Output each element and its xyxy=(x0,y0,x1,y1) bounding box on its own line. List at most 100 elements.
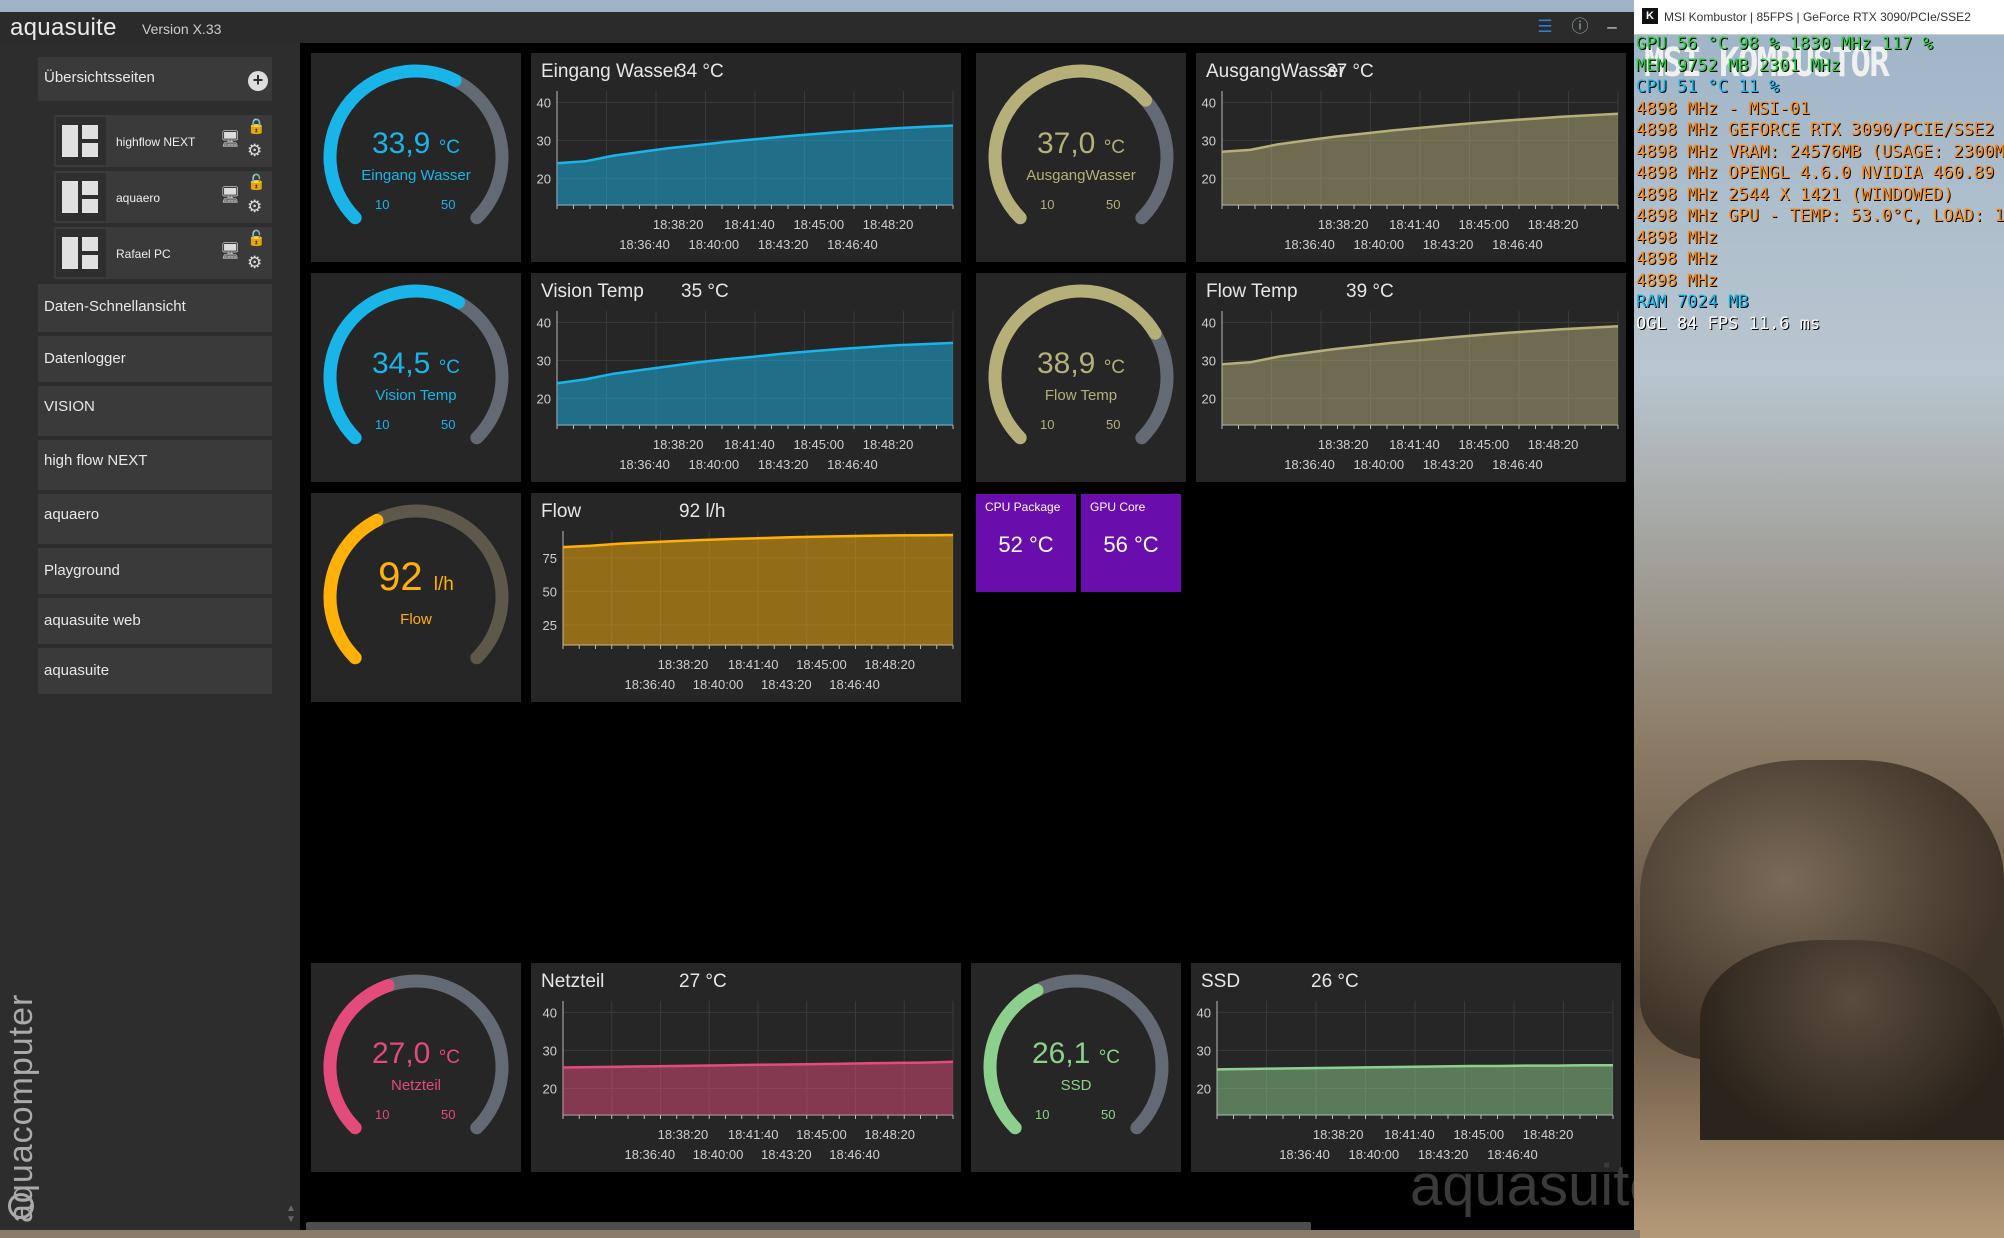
x-tick-label: 18:41:40 xyxy=(728,657,779,672)
sidebar-item-label: VISION xyxy=(44,398,95,415)
osd-line: 4898 MHz xyxy=(1636,270,1718,291)
chart-svg: 25 50 75 18:38:20 18:41:40 18:45:00 18:48:20 18… xyxy=(543,531,954,692)
y-tick-label: 20 xyxy=(543,1081,557,1096)
x-tick-label: 18:41:40 xyxy=(1389,217,1440,232)
y-tick-label: 30 xyxy=(1202,133,1216,148)
y-tick-label: 30 xyxy=(1202,353,1216,368)
app-title: aquasuite xyxy=(10,14,117,41)
sidebar-item-vision[interactable]: VISION xyxy=(38,386,272,436)
y-tick-label: 30 xyxy=(1197,1043,1211,1058)
gauge-min: 10 xyxy=(1040,417,1055,432)
gauge-number: 34,5 xyxy=(371,347,431,380)
osd-line: OGL 84 FPS 11.6 ms xyxy=(1636,313,1821,334)
sidebar-item-daten-schnellansicht[interactable]: Daten-Schnellansicht xyxy=(38,284,272,332)
lock-icon[interactable]: 🔒 xyxy=(247,117,266,135)
x-tick-label: 18:43:20 xyxy=(758,457,809,472)
osd-line: RAM 7024 MB xyxy=(1636,292,1749,312)
gauge-value: 33,9 °C xyxy=(311,127,521,161)
sidebar-item-aquasuite-web[interactable]: aquasuite web xyxy=(38,598,272,644)
cpu-package-tile: CPU Package 52 °C xyxy=(976,494,1076,592)
osd-line: 4898 MHz xyxy=(1636,227,1718,248)
x-tick-label: 18:43:20 xyxy=(1423,237,1474,252)
unlock-icon[interactable]: 🔓 xyxy=(247,173,266,191)
x-tick-label: 18:36:40 xyxy=(619,237,670,252)
sidebar-item-label: aquasuite xyxy=(44,662,110,679)
sidebar-group-overview[interactable]: Übersichtsseiten + xyxy=(38,57,272,101)
gauge-number: 26,1 xyxy=(1031,1037,1091,1070)
page-label: aquaero xyxy=(116,191,161,205)
layers-icon[interactable]: ☰ xyxy=(1534,16,1556,38)
gauge-min: 10 xyxy=(375,1107,390,1122)
scroll-arrows-icon[interactable]: ▲ ▼ xyxy=(286,1203,296,1230)
y-tick-label: 30 xyxy=(537,133,551,148)
x-tick-label: 18:46:40 xyxy=(829,1147,880,1162)
x-tick-label: 18:38:20 xyxy=(1318,217,1369,232)
gear-icon[interactable]: ⚙ xyxy=(247,197,262,217)
x-tick-label: 18:40:00 xyxy=(689,457,740,472)
gauge-panel: 38,9 °C Flow Temp 10 50 xyxy=(976,273,1186,482)
monitor-icon[interactable]: 🖥 xyxy=(220,185,240,205)
y-tick-label: 20 xyxy=(537,171,551,186)
osd-line: 4898 MHz xyxy=(1636,249,1718,269)
gauge-max: 50 xyxy=(1101,1107,1116,1122)
sidebar-item-aquaero[interactable]: aquaero xyxy=(38,494,272,544)
x-tick-label: 18:46:40 xyxy=(827,237,878,252)
sidebar-page-highflow-next[interactable]: highflow NEXT 🖥 🔒 ⚙ xyxy=(54,115,272,167)
gpu-core-tile: GPU Core 56 °C xyxy=(1081,494,1181,592)
minimize-icon[interactable]: – xyxy=(1601,16,1623,38)
x-tick-label: 18:41:40 xyxy=(728,1127,779,1142)
x-tick-label: 18:45:00 xyxy=(793,217,844,232)
sidebar-page-rafael-pc[interactable]: Rafael PC 🖥 🔓 ⚙ xyxy=(54,227,272,279)
add-page-icon[interactable]: + xyxy=(248,71,268,91)
gauge-number: 38,9 xyxy=(1036,347,1096,380)
tile-value: 52 °C xyxy=(998,532,1054,557)
gear-icon[interactable]: ⚙ xyxy=(247,253,262,273)
x-tick-label: 18:40:00 xyxy=(1354,457,1405,472)
sidebar-item-label: Daten-Schnellansicht xyxy=(44,298,186,315)
gauge-label: SSD xyxy=(1060,1077,1092,1094)
x-tick-label: 18:36:40 xyxy=(1279,1147,1330,1162)
osd-line: 4898 MHz VRAM: 24576MB (USAGE: 2300MB) xyxy=(1636,141,2004,162)
gauge-number: 37,0 xyxy=(1036,127,1096,160)
gear-icon[interactable]: ⚙ xyxy=(247,141,262,161)
x-tick-label: 18:36:40 xyxy=(1284,237,1335,252)
x-tick-label: 18:40:00 xyxy=(1354,237,1405,252)
unlock-icon[interactable]: 🔓 xyxy=(247,229,266,247)
x-tick-label: 18:45:00 xyxy=(1458,217,1509,232)
sidebar-item-playground[interactable]: Playground xyxy=(38,548,272,594)
gauge-panel: 33,9 °C Eingang Wasser 10 50 xyxy=(311,53,521,262)
gauge-max: 50 xyxy=(441,1107,456,1122)
tile-label: CPU Package xyxy=(985,500,1061,514)
sidebar-page-aquaero[interactable]: aquaero 🖥 🔓 ⚙ xyxy=(54,171,272,223)
chart-panel: SSD 26 °C 20 30 40 18:38:20 18:41:40 18:45:00 18… xyxy=(1191,963,1621,1172)
monitor-icon[interactable]: 🖥 xyxy=(220,129,240,149)
horizontal-scrollbar[interactable] xyxy=(306,1222,1311,1230)
sidebar-item-datenlogger[interactable]: Datenlogger xyxy=(38,336,272,382)
x-tick-label: 18:48:20 xyxy=(1523,1127,1574,1142)
tile-label: GPU Core xyxy=(1090,500,1146,514)
sidebar-item-high-flow-next[interactable]: high flow NEXT xyxy=(38,440,272,490)
gauge-label: Flow xyxy=(400,611,432,628)
osd-line: 4898 MHz GPU - TEMP: 53.0°C, LOAD: 12.8% xyxy=(1636,206,2004,226)
y-tick-label: 40 xyxy=(1202,315,1216,330)
gauge-label: Flow Temp xyxy=(1044,387,1118,404)
x-tick-label: 18:38:20 xyxy=(653,437,704,452)
app-version: Version X.33 xyxy=(142,21,222,37)
gauge-value: 34,5 °C xyxy=(311,347,521,381)
gauge-value: 37,0 °C xyxy=(976,127,1186,161)
monitor-icon[interactable]: 🖥 xyxy=(220,241,240,261)
series-area xyxy=(1217,1065,1613,1115)
gauge-label: Vision Temp xyxy=(375,387,457,404)
x-tick-label: 18:40:00 xyxy=(693,677,744,692)
chart-svg: 20 30 40 18:38:20 18:41:40 18:45:00 18:48:20 18… xyxy=(537,91,954,252)
x-tick-label: 18:48:20 xyxy=(863,217,914,232)
x-tick-label: 18:40:00 xyxy=(689,237,740,252)
gauge-unit: °C xyxy=(1103,357,1126,378)
info-icon[interactable]: ⓘ xyxy=(1569,16,1591,38)
gauge-min: 10 xyxy=(1035,1107,1050,1122)
y-tick-label: 40 xyxy=(537,95,551,110)
chart-panel: Vision Temp 35 °C 20 30 40 18:38:20 18:41:40 18… xyxy=(531,273,961,482)
sidebar-item-aquasuite[interactable]: aquasuite xyxy=(38,648,272,694)
x-tick-label: 18:38:20 xyxy=(658,1127,709,1142)
x-tick-label: 18:43:20 xyxy=(761,677,812,692)
